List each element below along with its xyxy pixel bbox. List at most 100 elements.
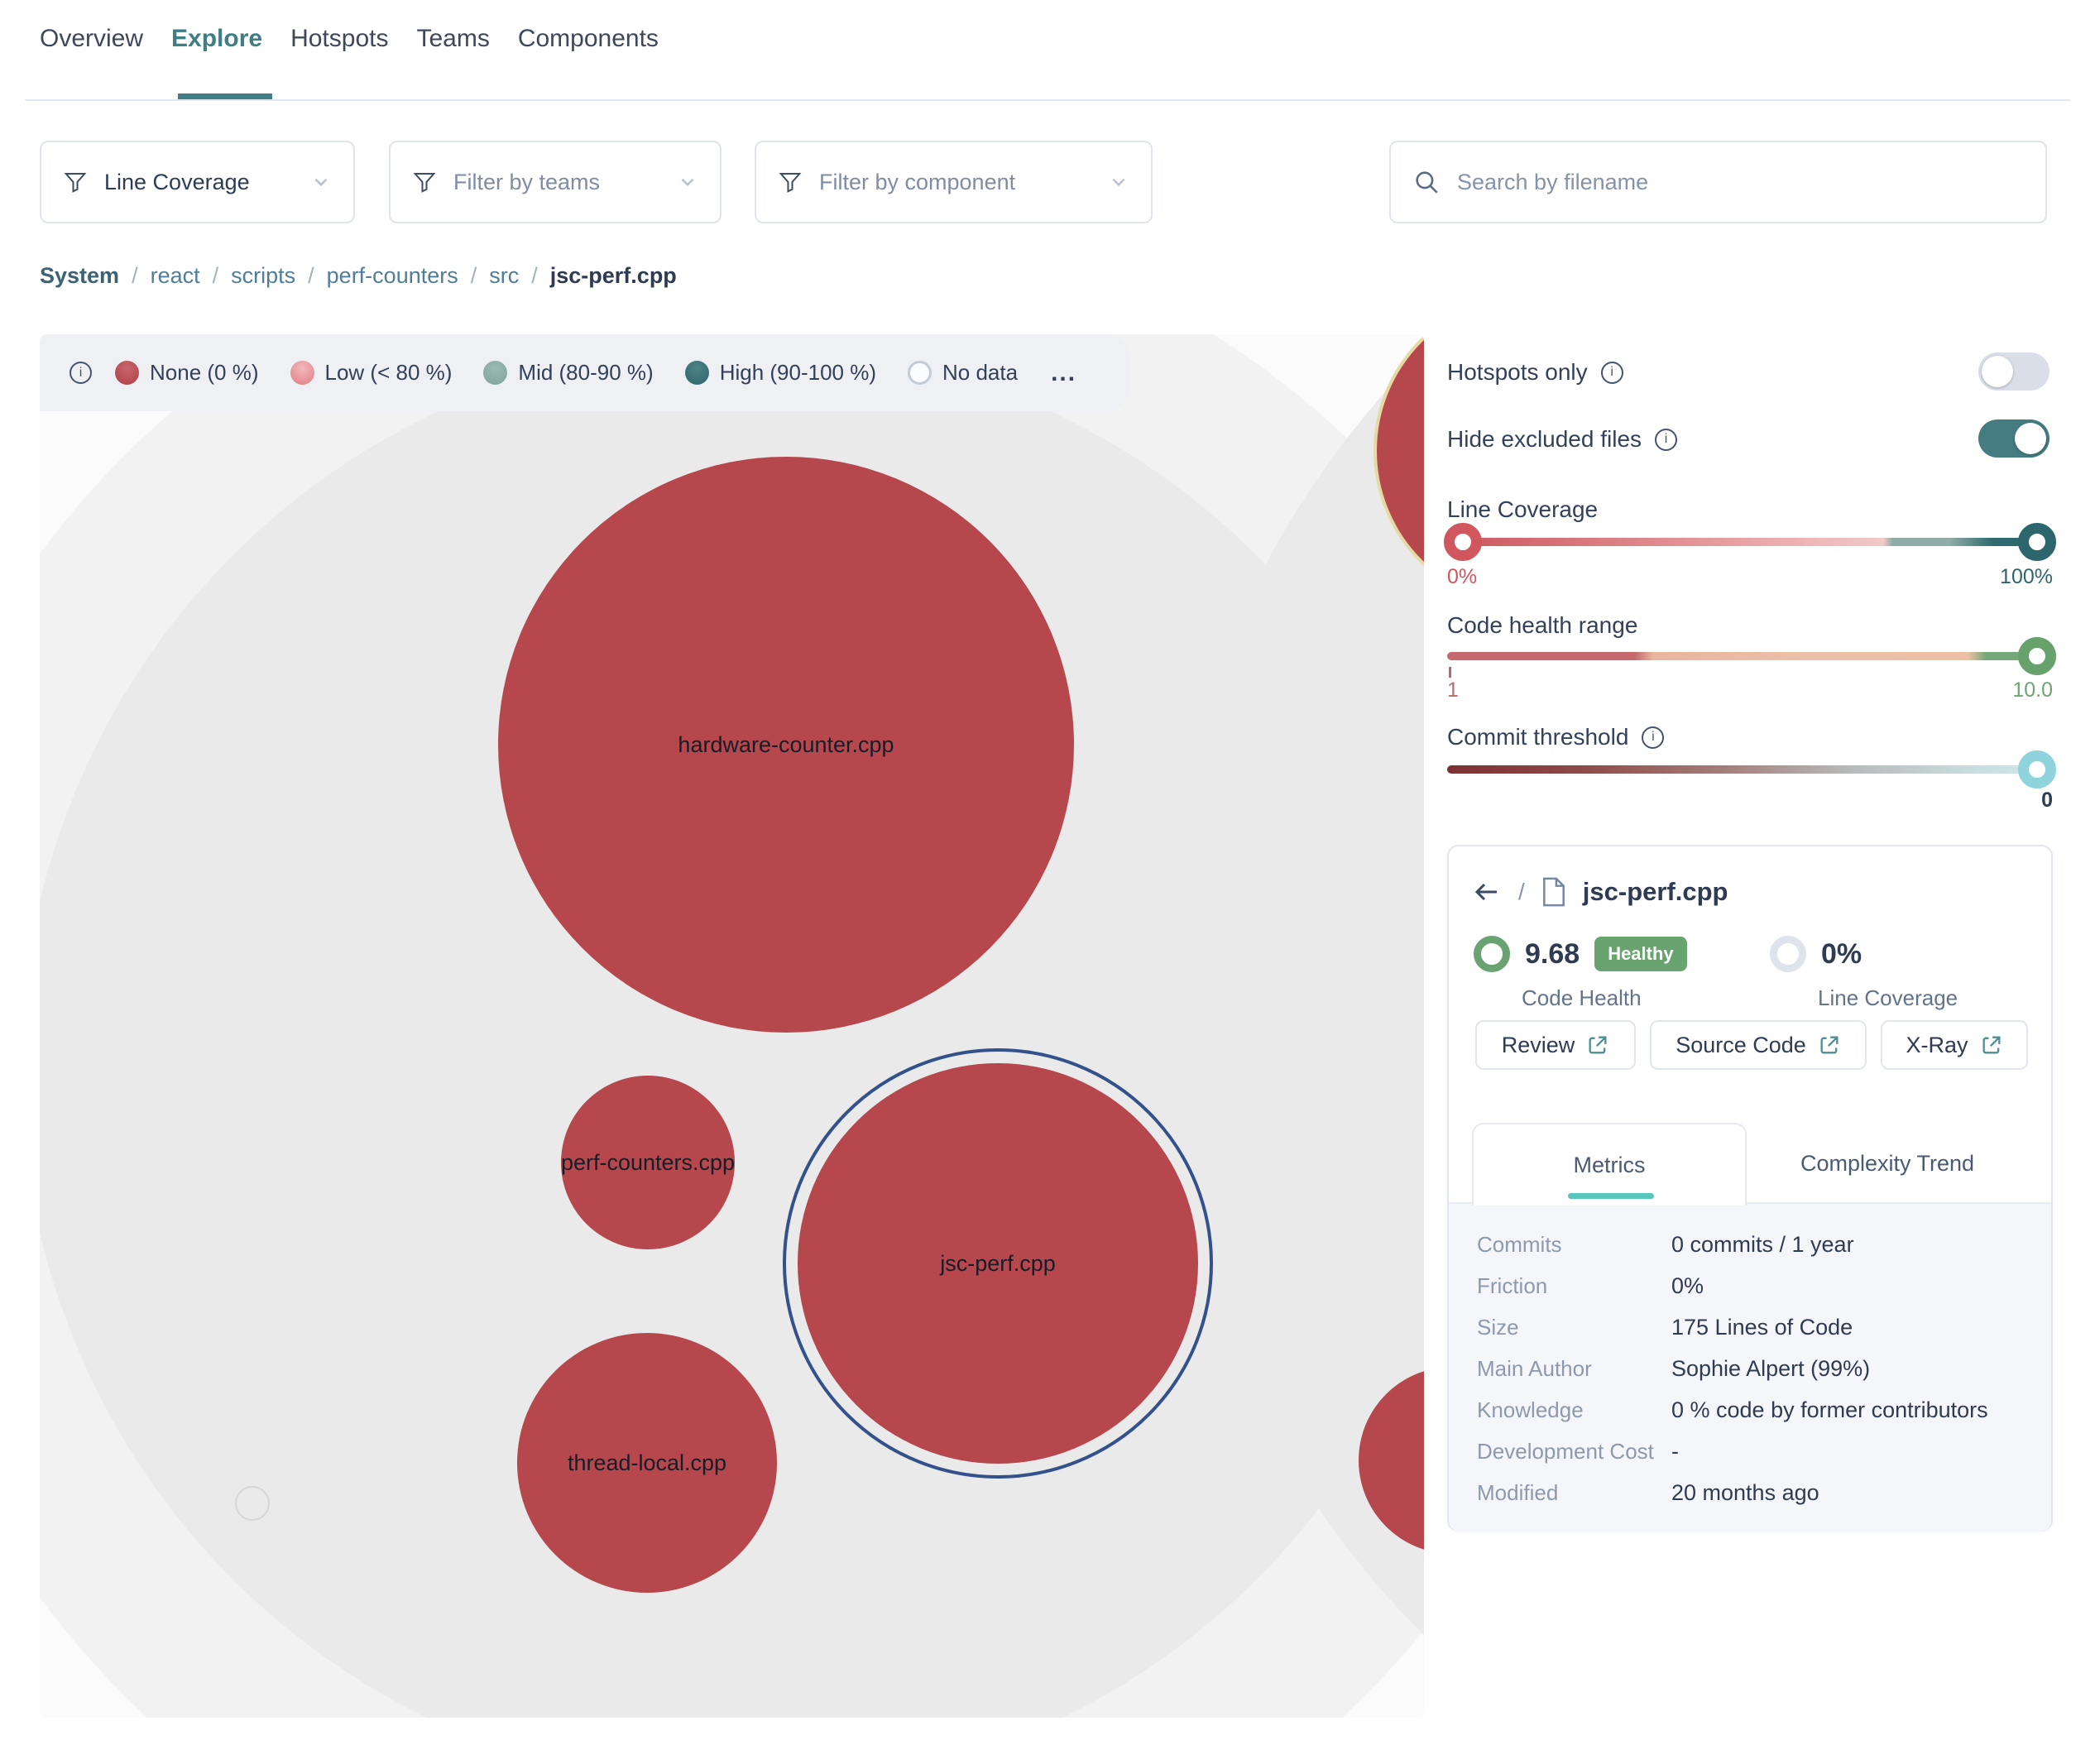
file-icon: [1541, 876, 1566, 908]
file-card-title: jsc-perf.cpp: [1583, 877, 1728, 907]
line-coverage-max-label: 100%: [2000, 565, 2053, 589]
legend-item-none: None (0 %): [115, 360, 259, 386]
commit-threshold-value: 0: [2041, 789, 2053, 812]
tab-teams[interactable]: Teams: [416, 25, 489, 61]
x-ray-button[interactable]: X-Ray: [1881, 1020, 2028, 1070]
file-bubble-perf-counters[interactable]: perf-counters.cpp: [561, 1076, 735, 1249]
breadcrumb: System / react / scripts / perf-counters…: [40, 263, 677, 289]
codescene-explore-page: Overview Explore Hotspots Teams Componen…: [0, 0, 2095, 1764]
tab-components[interactable]: Components: [518, 25, 659, 61]
file-card-header: / jsc-perf.cpp: [1472, 876, 1728, 908]
file-bubble-jsc-perf-selected[interactable]: jsc-perf.cpp: [798, 1063, 1198, 1464]
tab-complexity-trend[interactable]: Complexity Trend: [1747, 1123, 2028, 1204]
metric-row-main-author: Main Author Sophie Alpert (99%): [1477, 1348, 2023, 1389]
top-nav: Overview Explore Hotspots Teams Componen…: [40, 25, 659, 61]
line-coverage-min-handle[interactable]: [1444, 523, 1482, 561]
metric-row-size: Size 175 Lines of Code: [1477, 1306, 2023, 1348]
legend-item-low: Low (< 80 %): [290, 360, 453, 386]
hide-excluded-toggle[interactable]: [1978, 419, 2049, 458]
file-detail-card: / jsc-perf.cpp 9.68 Healthy Code Health …: [1447, 845, 2053, 1532]
file-bubble-hardware-counter[interactable]: hardware-counter.cpp: [498, 457, 1074, 1033]
line-coverage-max-handle[interactable]: [2018, 523, 2056, 561]
breadcrumb-system[interactable]: System: [40, 263, 119, 289]
chevron-down-icon: [677, 171, 698, 193]
bubble-label: thread-local.cpp: [568, 1450, 726, 1476]
back-arrow-icon[interactable]: [1472, 877, 1502, 907]
teams-filter-dropdown[interactable]: Filter by teams: [389, 141, 722, 223]
tab-overview[interactable]: Overview: [40, 25, 143, 61]
source-code-button[interactable]: Source Code: [1650, 1020, 1867, 1070]
breadcrumb-separator: /: [132, 263, 138, 289]
code-health-slider-track[interactable]: [1447, 652, 2053, 660]
coverage-legend: i None (0 %) Low (< 80 %) Mid (80-90 %) …: [40, 334, 1129, 411]
toggle-knob: [2015, 423, 2046, 454]
legend-item-nodata: No data: [908, 360, 1018, 386]
external-link-icon: [1980, 1033, 2003, 1057]
code-health-min-label: 1: [1447, 678, 1459, 702]
commit-threshold-value-row: 0: [1447, 789, 2053, 812]
line-coverage-slider-label: Line Coverage: [1447, 496, 1598, 523]
code-health-slider-label: Code health range: [1447, 612, 1637, 639]
legend-item-high: High (90-100 %): [685, 360, 876, 386]
funnel-icon: [412, 170, 437, 194]
line-coverage-stat: 0%: [1770, 936, 1862, 972]
line-coverage-range-labels: 0% 100%: [1447, 565, 2053, 589]
breadcrumb-current-file: jsc-perf.cpp: [550, 263, 677, 289]
commit-threshold-handle[interactable]: [2018, 750, 2056, 789]
bubble-label: hardware-counter.cpp: [678, 732, 894, 758]
hotspots-only-toggle[interactable]: [1978, 352, 2049, 391]
breadcrumb-scripts[interactable]: scripts: [231, 263, 295, 289]
coverage-filter-dropdown[interactable]: Line Coverage: [40, 141, 355, 223]
hotspots-only-label: Hotspots only: [1447, 359, 1588, 386]
code-health-max-handle[interactable]: [2018, 637, 2056, 675]
info-icon[interactable]: i: [1655, 429, 1677, 451]
healthy-badge: Healthy: [1594, 937, 1686, 971]
teams-filter-placeholder: Filter by teams: [453, 170, 600, 195]
file-bubble-visualization: hardware-counter.cpp perf-counters.cpp j…: [40, 334, 1424, 1718]
breadcrumb-separator: /: [471, 263, 477, 289]
tab-hotspots[interactable]: Hotspots: [290, 25, 388, 61]
commit-threshold-label-row: Commit threshold i: [1447, 724, 1664, 750]
breadcrumb-perf-counters[interactable]: perf-counters: [327, 263, 458, 289]
breadcrumb-react[interactable]: react: [151, 263, 200, 289]
breadcrumb-src[interactable]: src: [489, 263, 519, 289]
code-health-max-label: 10.0: [2012, 678, 2053, 702]
line-coverage-ring-icon: [1770, 936, 1806, 972]
coverage-filter-value: Line Coverage: [104, 170, 250, 195]
info-icon[interactable]: i: [1642, 726, 1664, 749]
code-health-range-labels: 1 10.0: [1447, 678, 2053, 702]
metric-row-knowledge: Knowledge 0 % code by former contributor…: [1477, 1389, 2023, 1431]
component-filter-placeholder: Filter by component: [819, 170, 1015, 195]
chevron-down-icon: [310, 171, 332, 193]
breadcrumb-separator: /: [308, 263, 314, 289]
line-coverage-slider-track[interactable]: [1447, 538, 2053, 546]
legend-item-mid: Mid (80-90 %): [483, 360, 653, 386]
review-button[interactable]: Review: [1475, 1020, 1636, 1070]
tab-metrics[interactable]: Metrics: [1472, 1123, 1747, 1206]
breadcrumb-separator: /: [213, 263, 219, 289]
hotspots-only-label-row: Hotspots only i: [1447, 359, 1623, 386]
search-icon: [1412, 168, 1441, 196]
code-health-sublabel: Code Health: [1522, 985, 1642, 1011]
info-icon[interactable]: i: [1601, 362, 1623, 384]
bubble-label: jsc-perf.cpp: [940, 1251, 1056, 1277]
search-input[interactable]: [1457, 170, 2024, 195]
legend-dot-pink: [290, 361, 314, 385]
commit-threshold-slider-track[interactable]: [1447, 765, 2053, 774]
filename-search: [1389, 141, 2047, 223]
bubble-label: perf-counters.cpp: [561, 1150, 735, 1176]
file-card-tabs: Metrics Complexity Trend: [1449, 1123, 2051, 1204]
file-bubble-thread-local[interactable]: thread-local.cpp: [517, 1333, 777, 1593]
hide-excluded-label-row: Hide excluded files i: [1447, 426, 1677, 453]
info-icon[interactable]: i: [70, 362, 92, 384]
breadcrumb-separator: /: [531, 263, 538, 289]
legend-overflow-ellipsis[interactable]: ...: [1051, 359, 1076, 387]
tab-explore[interactable]: Explore: [171, 25, 262, 61]
external-link-icon: [1586, 1033, 1609, 1057]
metric-row-commits: Commits 0 commits / 1 year: [1477, 1224, 2023, 1265]
code-health-value: 9.68: [1525, 938, 1580, 971]
header-separator: /: [1518, 879, 1525, 905]
commit-threshold-label: Commit threshold: [1447, 724, 1628, 750]
component-filter-dropdown[interactable]: Filter by component: [755, 141, 1153, 223]
line-coverage-min-label: 0%: [1447, 565, 1477, 589]
